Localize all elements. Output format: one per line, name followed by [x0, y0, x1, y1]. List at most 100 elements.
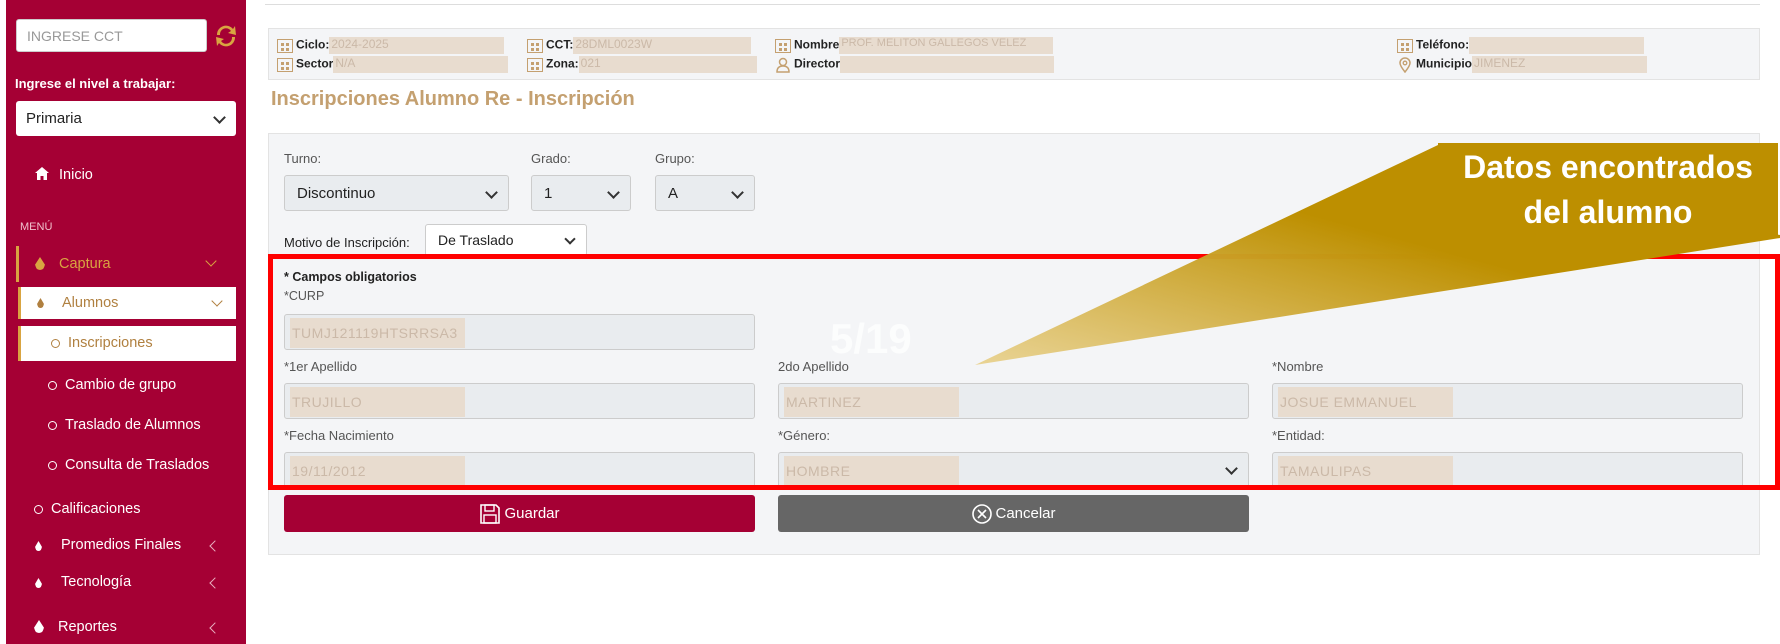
chevron-down-icon — [213, 111, 226, 124]
nivel-value: Primaria — [26, 110, 82, 127]
guardar-button[interactable]: Guardar — [284, 495, 755, 532]
close-circle-icon — [972, 504, 993, 524]
info-ciclo: Ciclo: 2024-2025 — [277, 37, 505, 54]
info-label: Zona: — [546, 56, 579, 71]
info-label: Teléfono: — [1416, 37, 1470, 52]
circle-icon — [34, 504, 43, 514]
sidebar-item-label: Calificaciones — [51, 501, 141, 517]
info-value — [840, 56, 1055, 73]
motivo-select[interactable]: De Traslado — [425, 224, 587, 256]
sidebar-item-label: Inicio — [59, 167, 93, 183]
building-icon — [775, 38, 791, 53]
chevron-down-icon — [485, 186, 498, 199]
info-value: 2024-2025 — [329, 37, 505, 54]
info-value: N/A — [333, 56, 509, 73]
info-director: Director — [775, 56, 1055, 73]
turno-label: Turno: — [284, 151, 322, 166]
grupo-value: A — [668, 185, 679, 202]
turno-select[interactable]: Discontinuo — [284, 175, 509, 211]
callout-label: Datos encontrados del alumno — [1438, 143, 1778, 235]
chevron-down-icon — [205, 255, 217, 267]
sidebar-item-label: Consulta de Traslados — [65, 457, 210, 473]
chevron-down-icon — [607, 186, 620, 199]
sidebar-item-tecnologia[interactable]: Tecnología — [6, 572, 246, 594]
circle-icon — [48, 380, 57, 390]
sidebar-item-label: Reportes — [58, 619, 117, 635]
guardar-label: Guardar — [504, 505, 560, 522]
info-value: 021 — [578, 56, 757, 73]
sidebar-item-label: Alumnos — [62, 295, 119, 311]
info-zona: Zona: 021 — [527, 56, 757, 73]
circle-icon — [51, 338, 60, 348]
school-info-bar: Ciclo: 2024-2025 Sector N/A CCT: 28DML0023W… — [268, 28, 1760, 80]
sidebar-item-captura[interactable]: Captura — [16, 246, 240, 282]
building-icon — [277, 57, 293, 72]
chevron-down-icon — [564, 233, 576, 245]
location-pin-icon — [1399, 56, 1411, 73]
info-value: PROF. MELITON GALLEGOS VELEZ — [839, 37, 1054, 54]
motivo-value: De Traslado — [438, 232, 514, 248]
sidebar-item-traslado[interactable]: Traslado de Alumnos — [6, 415, 246, 437]
sidebar-item-label: Tecnología — [61, 574, 132, 590]
building-icon — [277, 38, 293, 53]
chevron-left-icon — [209, 577, 221, 589]
sidebar-item-calificaciones[interactable]: Calificaciones — [6, 499, 246, 521]
home-icon — [35, 167, 49, 180]
drop-icon — [37, 298, 44, 308]
grupo-label: Grupo: — [655, 151, 695, 166]
motivo-label: Motivo de Inscripción: — [284, 235, 410, 250]
chevron-down-icon — [211, 295, 223, 307]
info-label: Municipio — [1416, 56, 1472, 71]
circle-icon — [48, 460, 57, 470]
sidebar-item-promedios[interactable]: Promedios Finales — [6, 535, 246, 557]
info-label: Sector — [296, 56, 334, 71]
sidebar-item-label: Captura — [59, 256, 111, 272]
grupo-select[interactable]: A — [655, 175, 755, 211]
info-label: Director — [794, 56, 841, 71]
sidebar-item-inicio[interactable]: Inicio — [6, 163, 246, 187]
nivel-select[interactable]: Primaria — [16, 101, 236, 136]
sidebar-item-label: Promedios Finales — [61, 537, 182, 553]
info-nombre: Nombre PROF. MELITON GALLEGOS VELEZ — [775, 37, 1054, 54]
grado-select[interactable]: 1 — [531, 175, 631, 211]
save-icon — [480, 504, 501, 524]
sidebar-item-consulta-traslados[interactable]: Consulta de Traslados — [6, 455, 246, 477]
divider — [265, 4, 1760, 5]
info-label: CCT: — [546, 37, 574, 52]
grado-label: Grado: — [531, 151, 571, 166]
sidebar-item-alumnos[interactable]: Alumnos — [18, 287, 236, 319]
sidebar-item-label: Inscripciones — [68, 335, 153, 351]
building-icon — [527, 38, 543, 53]
grado-value: 1 — [544, 185, 553, 202]
sidebar-item-reportes[interactable]: Reportes — [6, 616, 246, 638]
refresh-icon[interactable] — [211, 21, 241, 51]
sidebar: INGRESE CCT Ingrese el nivel a trabajar:… — [6, 0, 246, 644]
drop-icon — [35, 541, 42, 551]
drop-icon — [35, 578, 42, 588]
drop-icon — [34, 620, 44, 633]
chevron-left-icon — [209, 622, 221, 634]
sidebar-item-inscripciones[interactable]: Inscripciones — [18, 326, 236, 361]
cancelar-button[interactable]: Cancelar — [778, 495, 1249, 532]
sidebar-item-cambio-grupo[interactable]: Cambio de grupo — [6, 375, 246, 397]
user-icon — [776, 57, 790, 73]
circle-icon — [48, 420, 57, 430]
sidebar-item-label: Cambio de grupo — [65, 377, 177, 393]
building-icon — [527, 57, 543, 72]
cct-input[interactable]: INGRESE CCT — [16, 19, 207, 52]
info-municipio: Municipio JIMENEZ — [1397, 56, 1647, 73]
info-value — [1469, 37, 1645, 54]
info-value: 28DML0023W — [573, 37, 752, 54]
chevron-down-icon — [731, 186, 744, 199]
info-value: JIMENEZ — [1472, 56, 1647, 73]
menu-section-label: MENÚ — [20, 221, 53, 233]
info-sector: Sector N/A — [277, 56, 509, 73]
building-icon — [1397, 38, 1413, 53]
page-title: Inscripciones Alumno Re - Inscripción — [271, 88, 635, 110]
highlight-box — [268, 254, 1780, 490]
info-telefono: Teléfono: — [1397, 37, 1645, 54]
nivel-label: Ingrese el nivel a trabajar: — [15, 76, 176, 91]
chevron-left-icon — [209, 540, 221, 552]
sidebar-item-label: Traslado de Alumnos — [65, 417, 201, 433]
cancelar-label: Cancelar — [995, 505, 1056, 522]
